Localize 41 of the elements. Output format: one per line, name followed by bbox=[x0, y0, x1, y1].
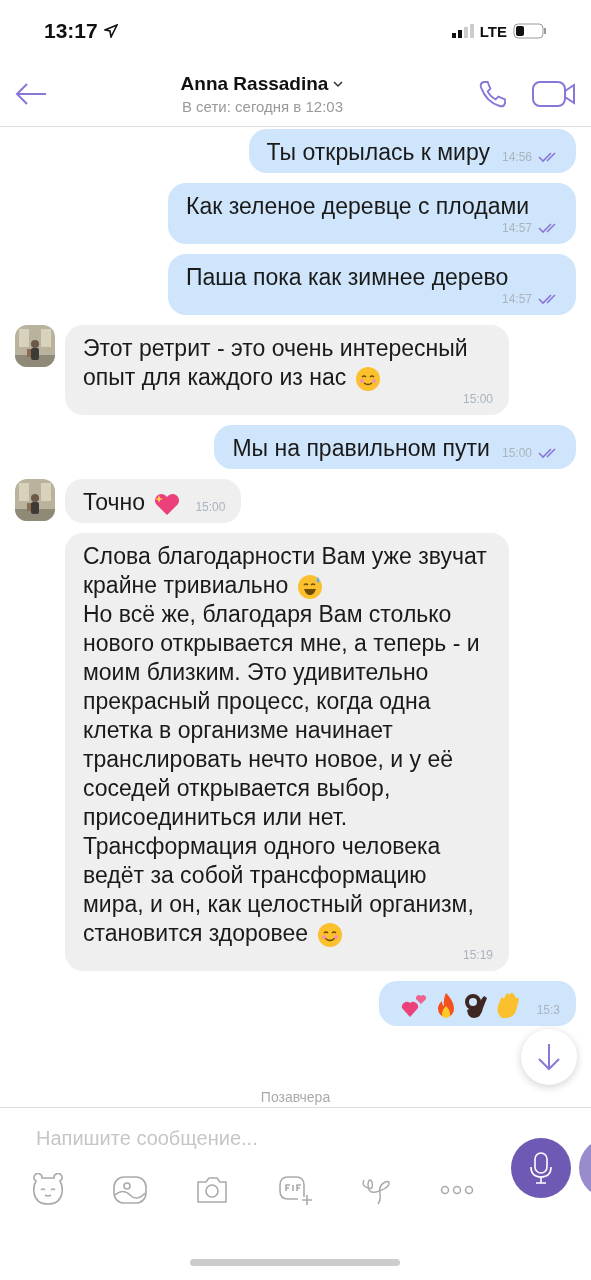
sticker-button[interactable] bbox=[30, 1173, 66, 1207]
signal-icon bbox=[451, 24, 474, 38]
message-text: Точно bbox=[83, 488, 184, 517]
message-time: 15:00 bbox=[501, 446, 532, 460]
battery-icon bbox=[513, 23, 547, 39]
message-text: Ты открылась к миру bbox=[266, 138, 490, 167]
message-text: Паша пока как зимнее дерево bbox=[186, 263, 509, 292]
more-button[interactable] bbox=[440, 1185, 474, 1195]
microphone-button[interactable] bbox=[511, 1138, 571, 1198]
message-time: 14:57 bbox=[501, 292, 532, 306]
hearts-icon bbox=[399, 992, 428, 1019]
microphone-icon bbox=[529, 1151, 553, 1185]
scroll-down-button[interactable] bbox=[521, 1029, 577, 1085]
message-time: 15:19 bbox=[462, 948, 493, 962]
arrow-down-icon bbox=[536, 1042, 562, 1072]
chevron-down-icon[interactable] bbox=[332, 80, 345, 88]
message-text: Этот ретрит - это очень интересный опыт для каждого из нас bbox=[83, 334, 469, 392]
clock-time: 13:17 bbox=[44, 19, 98, 43]
contact-name[interactable]: Anna Rassadina bbox=[180, 73, 329, 95]
back-button[interactable] bbox=[14, 82, 48, 106]
sweating-face-icon bbox=[296, 573, 323, 600]
network-label: LTE bbox=[479, 22, 507, 40]
video-call-button[interactable] bbox=[531, 78, 577, 110]
message-time: 15:00 bbox=[195, 500, 226, 514]
message-text: Мы на правильном пути bbox=[232, 434, 490, 463]
online-status: В сети: сегодня в 12:03 bbox=[181, 98, 344, 115]
message-time: 15:00 bbox=[462, 392, 493, 406]
ok-hand-icon bbox=[463, 991, 488, 1020]
call-button[interactable] bbox=[477, 78, 509, 110]
message-time: 14:57 bbox=[501, 221, 532, 235]
smiling-face-icon bbox=[316, 921, 343, 948]
gif-button[interactable] bbox=[276, 1173, 314, 1207]
message-time: 15:3 bbox=[536, 1002, 560, 1017]
message-text: Как зеленое деревце с плодами bbox=[186, 192, 530, 221]
message-time: 14:56 bbox=[501, 150, 532, 164]
camera-button[interactable] bbox=[194, 1174, 230, 1206]
location-arrow-icon bbox=[103, 24, 118, 38]
gallery-button[interactable] bbox=[112, 1174, 148, 1206]
message-text: Слова благодарности Вам уже звучат крайне тривиально Но всё же, благодаря Вам столько нового открывается мне, а теперь - и моим близким. Это удивительно прекрасный процесс, когда одна клетка в организме начинает транслировать нечто новое, и у её соседей открывается выбор, присоединиться или нет. Трансформация одного человека ведёт за собой трансформацию мира, и он, как целостный организм, становится здоровее bbox=[83, 542, 488, 948]
date-divider: Позавчера bbox=[260, 1089, 331, 1107]
smiling-face-icon bbox=[354, 365, 381, 392]
